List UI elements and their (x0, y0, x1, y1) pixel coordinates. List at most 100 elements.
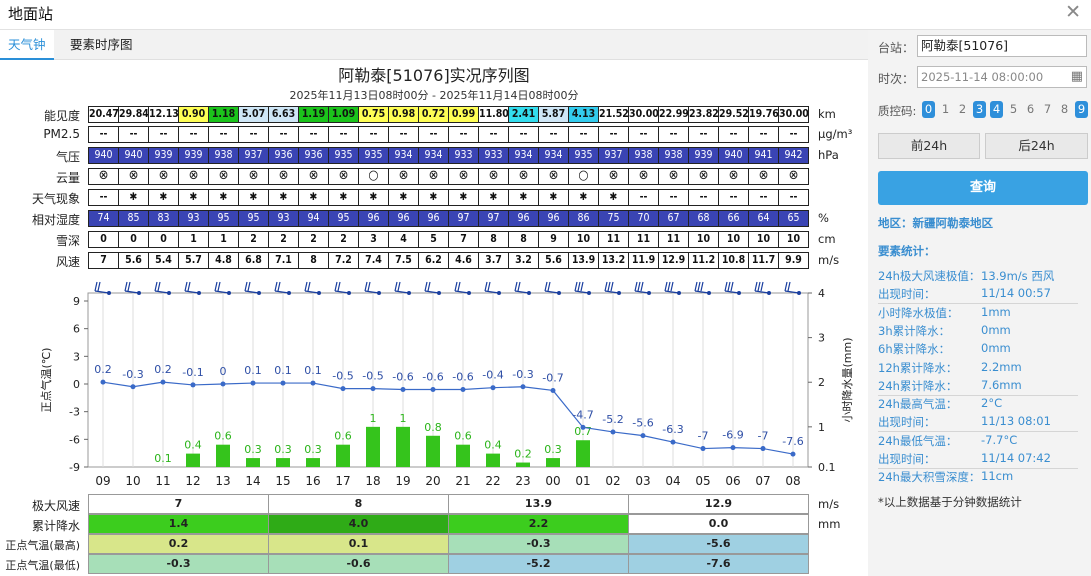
y-left-tick: 9 (73, 295, 80, 308)
temp-point (400, 387, 406, 393)
region-text: 地区：新疆阿勒泰地区 (878, 216, 993, 230)
temp-label: -0.3 (512, 368, 533, 381)
precip-bar (246, 458, 260, 467)
x-tick-label: 00 (545, 474, 560, 488)
stat-row: 出现时间： 11/14 00:57 (878, 286, 1051, 302)
precip-bar (336, 444, 350, 467)
time-value: 2025-11-14 08:00:00 (921, 70, 1044, 84)
temp-point (100, 379, 106, 385)
x-tick-label: 20 (425, 474, 440, 488)
temp-point (520, 384, 526, 390)
y-left-tick: 0 (73, 378, 80, 391)
temp-point (610, 429, 616, 435)
stat-row: 24h最高气温： 2°C (878, 396, 1002, 412)
stat-row: 小时降水极值： 1mm (878, 305, 1011, 321)
x-tick-label: 08 (785, 474, 800, 488)
qc-code-5[interactable]: 5 (1007, 101, 1020, 118)
precip-label: 0.1 (154, 452, 172, 465)
title-bar: 地面站 ✕ (0, 0, 1091, 30)
qc-code-4[interactable]: 4 (990, 101, 1003, 118)
x-tick-label: 01 (575, 474, 590, 488)
qc-code-9[interactable]: 9 (1075, 101, 1088, 118)
temp-label: -0.5 (362, 370, 383, 383)
y-right-tick: 4 (818, 287, 825, 300)
temp-point (430, 387, 436, 393)
y-right-title: 小时降水量(mm) (840, 337, 854, 422)
x-tick-label: 10 (125, 474, 140, 488)
temp-label: 0 (220, 365, 227, 378)
x-tick-label: 11 (155, 474, 170, 488)
stat-value: 13.9m/s 西风 (981, 269, 1055, 283)
precip-bar (396, 426, 410, 467)
query-button[interactable]: 查询 (878, 171, 1088, 205)
temp-point (700, 446, 706, 452)
close-icon[interactable]: ✕ (1065, 1, 1081, 23)
qc-code-6[interactable]: 6 (1024, 101, 1037, 118)
x-tick-label: 09 (95, 474, 110, 488)
precip-label: 0.6 (454, 430, 472, 443)
summary-cell: 2.2 (448, 514, 629, 534)
precip-bar (426, 435, 440, 467)
next-24h-button[interactable]: 后24h (985, 133, 1088, 159)
stat-label: 6h累计降水： (878, 342, 951, 357)
x-tick-label: 23 (515, 474, 530, 488)
temp-label: -6.3 (662, 423, 683, 436)
precip-label: 0.2 (514, 448, 532, 461)
qc-code-3[interactable]: 3 (973, 101, 986, 118)
temp-point (130, 384, 136, 390)
temp-label: 0.1 (274, 364, 292, 377)
temp-point (460, 387, 466, 393)
temp-label: -0.3 (122, 368, 143, 381)
qc-code-8[interactable]: 8 (1058, 101, 1071, 118)
temp-label: 0.2 (94, 363, 112, 376)
tab-element-timeseries[interactable]: 要素时序图 (62, 30, 141, 60)
temp-point (790, 451, 796, 457)
stat-value: 11cm (981, 469, 1014, 484)
time-input[interactable]: 2025-11-14 08:00:00 ▦ (917, 66, 1087, 88)
temp-label: -0.6 (452, 371, 473, 384)
station-label: 台站： (878, 41, 915, 55)
qc-code-1[interactable]: 1 (939, 101, 952, 118)
stat-row: 出现时间： 11/14 07:42 (878, 451, 1051, 467)
stat-value: 2.2mm (981, 359, 1022, 374)
qc-code-7[interactable]: 7 (1041, 101, 1054, 118)
x-tick-label: 22 (485, 474, 500, 488)
calendar-icon[interactable]: ▦ (1071, 67, 1083, 87)
x-tick-label: 13 (215, 474, 230, 488)
x-tick-label: 16 (305, 474, 320, 488)
summary-cell: 0.0 (628, 514, 809, 534)
qc-code-0[interactable]: 0 (922, 101, 935, 118)
precip-label: 0.6 (214, 430, 232, 443)
summary-label: 累计降水 (31, 519, 80, 533)
precip-label: 0.4 (484, 439, 502, 452)
app-window: 地面站 ✕ 天气钟 要素时序图 阿勒泰[51076]实况序列图 2025年11月… (0, 0, 1091, 576)
x-tick-label: 06 (725, 474, 740, 488)
stat-value: 11/14 07:42 (981, 451, 1051, 465)
precip-label: 0.4 (184, 439, 202, 452)
summary-unit: m/s (818, 497, 840, 511)
precip-bar (546, 458, 560, 467)
temp-point (730, 445, 736, 451)
y-left-tick: 6 (73, 323, 80, 336)
y-left-title: 正点气温(℃) (39, 348, 53, 413)
tab-weather-clock[interactable]: 天气钟 (0, 30, 54, 60)
summary-cell: 13.9 (448, 494, 629, 514)
temp-label: -5.6 (632, 417, 653, 430)
precip-bar (306, 458, 320, 467)
stat-label: 出现时间： (878, 287, 936, 302)
qc-label: 质控码: (878, 104, 917, 118)
temp-line (102, 381, 794, 455)
stat-row: 3h累计降水： 0mm (878, 323, 1011, 339)
x-tick-label: 21 (455, 474, 470, 488)
qc-code-2[interactable]: 2 (956, 101, 969, 118)
stat-row: 12h累计降水： 2.2mm (878, 360, 1022, 376)
station-input[interactable]: 阿勒泰[51076] (917, 35, 1087, 57)
summary-label: 正点气温(最低) (5, 559, 80, 572)
temp-point (760, 446, 766, 452)
x-tick-label: 03 (635, 474, 650, 488)
temp-point (310, 380, 316, 386)
summary-label: 极大风速 (31, 499, 80, 513)
stat-value: 11/13 08:01 (981, 414, 1051, 429)
temp-point (280, 380, 286, 386)
prev-24h-button[interactable]: 前24h (878, 133, 980, 159)
